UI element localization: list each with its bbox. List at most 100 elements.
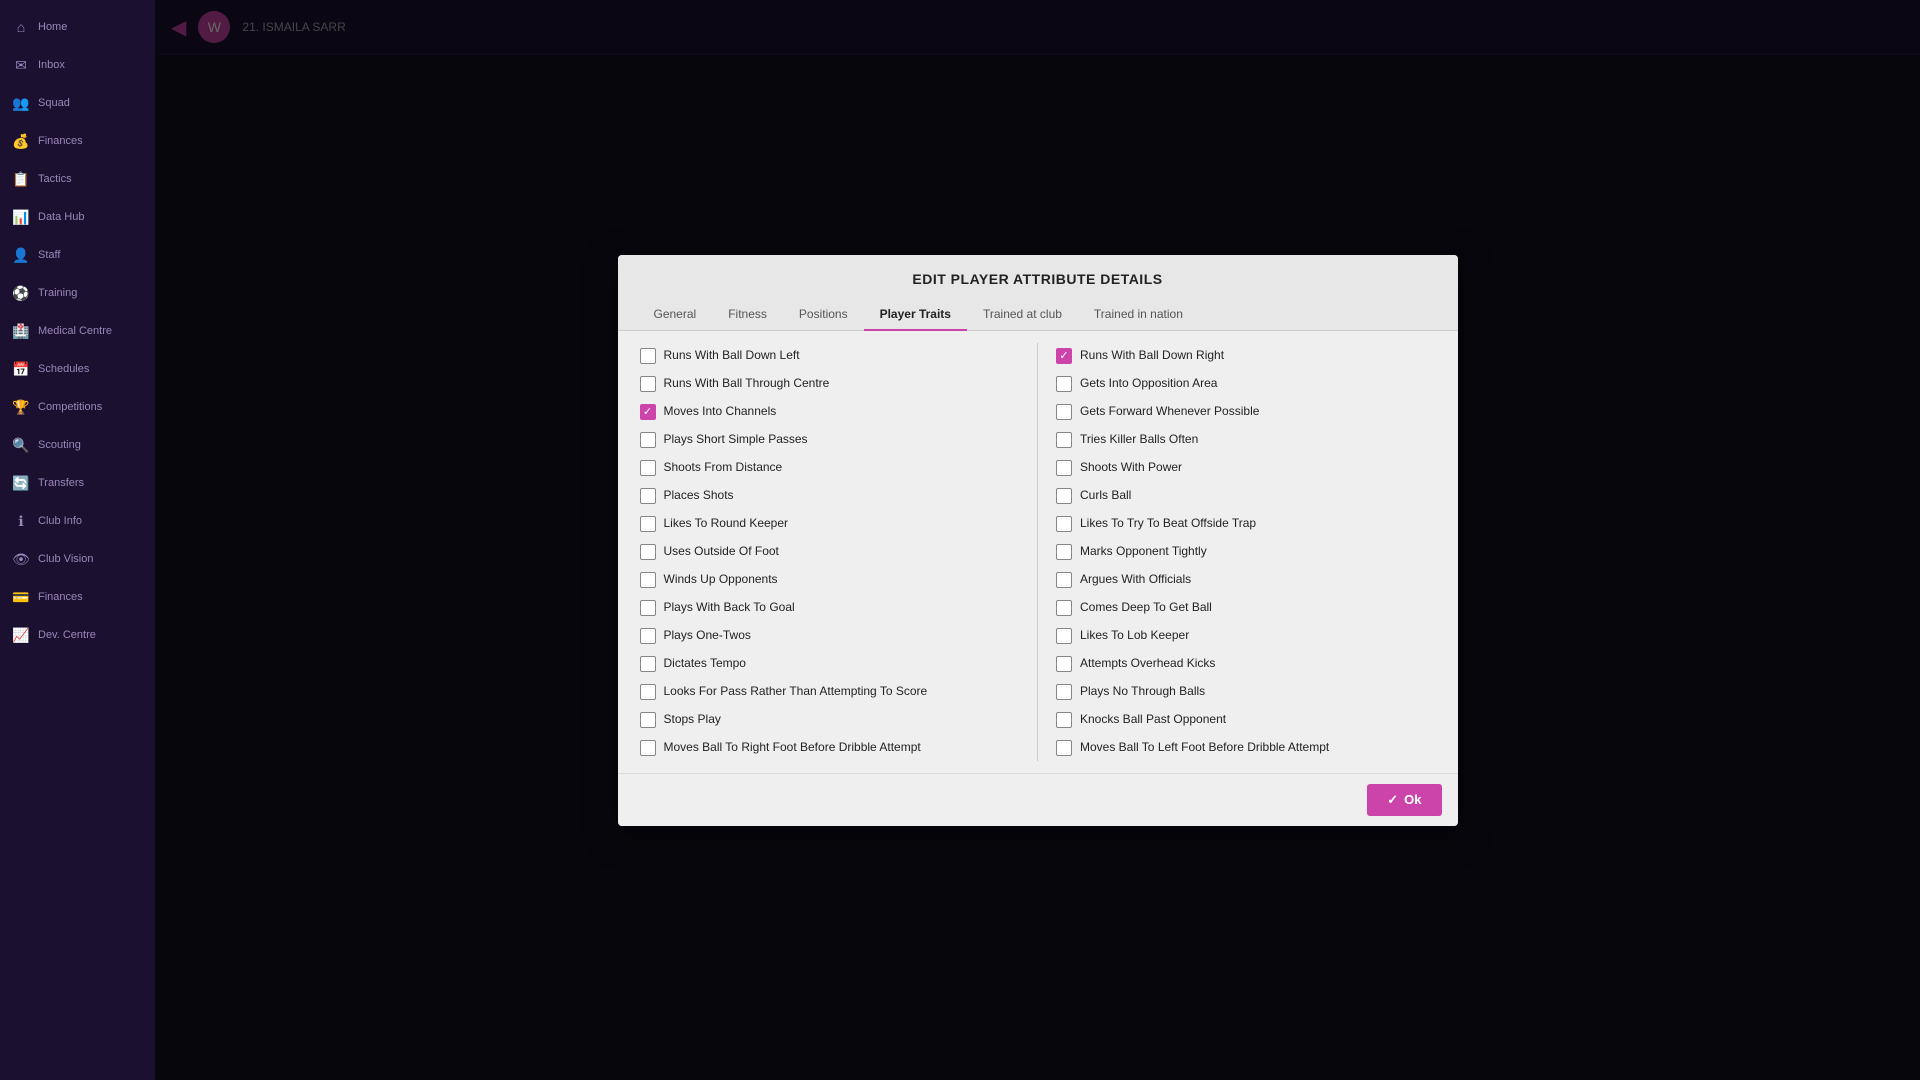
right-trait-checkbox-attempts-overhead-kicks[interactable] (1056, 656, 1072, 672)
right-trait-item-tries-killer-balls-often[interactable]: Tries Killer Balls Often (1050, 427, 1442, 453)
sidebar-item-schedules[interactable]: 📅 Schedules (0, 352, 155, 386)
left-trait-item-shoots-from-distance[interactable]: Shoots From Distance (634, 455, 1026, 481)
right-trait-checkbox-curls-ball[interactable] (1056, 488, 1072, 504)
left-trait-checkbox-moves-ball-to-right-foot[interactable] (640, 740, 656, 756)
sidebar-item-medical[interactable]: 🏥 Medical Centre (0, 314, 155, 348)
left-trait-checkbox-dictates-tempo[interactable] (640, 656, 656, 672)
sidebar-item-inbox[interactable]: ✉ Inbox (0, 48, 155, 82)
tab-trained-in-nation[interactable]: Trained in nation (1078, 299, 1199, 331)
right-trait-checkbox-moves-ball-to-left-foot[interactable] (1056, 740, 1072, 756)
right-trait-checkbox-likes-to-try-to-beat-offside-trap[interactable] (1056, 516, 1072, 532)
sidebar-item-club-vision[interactable]: 👁 Club Vision (0, 542, 155, 576)
modal-tabs: General Fitness Positions Player Traits … (638, 299, 1438, 330)
left-trait-checkbox-plays-short-simple-passes[interactable] (640, 432, 656, 448)
left-trait-checkbox-places-shots[interactable] (640, 488, 656, 504)
right-trait-checkbox-argues-with-officials[interactable] (1056, 572, 1072, 588)
left-trait-checkbox-stops-play[interactable] (640, 712, 656, 728)
right-trait-item-plays-no-through-balls[interactable]: Plays No Through Balls (1050, 679, 1442, 705)
tab-trained-at-club[interactable]: Trained at club (967, 299, 1078, 331)
sidebar-item-squad[interactable]: 👥 Squad (0, 86, 155, 120)
left-trait-label-plays-short-simple-passes: Plays Short Simple Passes (664, 432, 808, 448)
left-trait-item-likes-to-round-keeper[interactable]: Likes To Round Keeper (634, 511, 1026, 537)
right-trait-item-attempts-overhead-kicks[interactable]: Attempts Overhead Kicks (1050, 651, 1442, 677)
left-trait-item-looks-for-pass-rather-than-attempting[interactable]: Looks For Pass Rather Than Attempting To… (634, 679, 1026, 705)
right-trait-item-likes-to-try-to-beat-offside-trap[interactable]: Likes To Try To Beat Offside Trap (1050, 511, 1442, 537)
right-trait-item-argues-with-officials[interactable]: Argues With Officials (1050, 567, 1442, 593)
right-trait-label-likes-to-try-to-beat-offside-trap: Likes To Try To Beat Offside Trap (1080, 516, 1256, 532)
right-trait-item-knocks-ball-past-opponent[interactable]: Knocks Ball Past Opponent (1050, 707, 1442, 733)
left-trait-label-moves-into-channels: Moves Into Channels (664, 404, 777, 420)
right-trait-checkbox-tries-killer-balls-often[interactable] (1056, 432, 1072, 448)
left-trait-item-moves-ball-to-right-foot[interactable]: Moves Ball To Right Foot Before Dribble … (634, 735, 1026, 761)
left-trait-item-uses-outside-of-foot[interactable]: Uses Outside Of Foot (634, 539, 1026, 565)
right-trait-checkbox-comes-deep-to-get-ball[interactable] (1056, 600, 1072, 616)
right-trait-checkbox-knocks-ball-past-opponent[interactable] (1056, 712, 1072, 728)
left-trait-item-runs-ball-down-left[interactable]: Runs With Ball Down Left (634, 343, 1026, 369)
right-trait-item-shoots-with-power[interactable]: Shoots With Power (1050, 455, 1442, 481)
left-trait-item-stops-play[interactable]: Stops Play (634, 707, 1026, 733)
club-info-icon: ℹ (12, 512, 30, 530)
sidebar-item-scouting[interactable]: 🔍 Scouting (0, 428, 155, 462)
medical-icon: 🏥 (12, 322, 30, 340)
left-trait-checkbox-likes-to-round-keeper[interactable] (640, 516, 656, 532)
sidebar-item-data-hub[interactable]: 📊 Data Hub (0, 200, 155, 234)
left-trait-checkbox-plays-with-back-to-goal[interactable] (640, 600, 656, 616)
left-trait-checkbox-runs-ball-through-centre[interactable] (640, 376, 656, 392)
left-trait-checkbox-uses-outside-of-foot[interactable] (640, 544, 656, 560)
sidebar-item-label: Data Hub (38, 211, 84, 223)
right-trait-item-likes-to-lob-keeper[interactable]: Likes To Lob Keeper (1050, 623, 1442, 649)
left-trait-item-places-shots[interactable]: Places Shots (634, 483, 1026, 509)
right-trait-item-curls-ball[interactable]: Curls Ball (1050, 483, 1442, 509)
tab-fitness[interactable]: Fitness (712, 299, 783, 331)
right-trait-checkbox-marks-opponent-tightly[interactable] (1056, 544, 1072, 560)
ok-button[interactable]: ✓ Ok (1367, 784, 1441, 816)
right-trait-checkbox-gets-into-opposition-area[interactable] (1056, 376, 1072, 392)
right-trait-checkbox-plays-no-through-balls[interactable] (1056, 684, 1072, 700)
right-trait-checkbox-likes-to-lob-keeper[interactable] (1056, 628, 1072, 644)
left-trait-item-moves-into-channels[interactable]: ✓ Moves Into Channels (634, 399, 1026, 425)
modal-title: EDIT PLAYER ATTRIBUTE DETAILS (638, 271, 1438, 287)
right-trait-label-tries-killer-balls-often: Tries Killer Balls Often (1080, 432, 1198, 448)
right-trait-label-argues-with-officials: Argues With Officials (1080, 572, 1191, 588)
left-trait-checkbox-winds-up-opponents[interactable] (640, 572, 656, 588)
left-traits-column: Runs With Ball Down LeftRuns With Ball T… (634, 343, 1026, 761)
left-trait-checkbox-runs-ball-down-left[interactable] (640, 348, 656, 364)
right-trait-item-moves-ball-to-left-foot[interactable]: Moves Ball To Left Foot Before Dribble A… (1050, 735, 1442, 761)
sidebar-item-finances2[interactable]: 💳 Finances (0, 580, 155, 614)
sidebar-item-tactics[interactable]: 📋 Tactics (0, 162, 155, 196)
right-trait-item-gets-into-opposition-area[interactable]: Gets Into Opposition Area (1050, 371, 1442, 397)
home-icon: ⌂ (12, 18, 30, 36)
left-trait-item-plays-one-twos[interactable]: Plays One-Twos (634, 623, 1026, 649)
left-trait-item-runs-ball-through-centre[interactable]: Runs With Ball Through Centre (634, 371, 1026, 397)
sidebar-item-label: Inbox (38, 59, 65, 71)
left-trait-item-dictates-tempo[interactable]: Dictates Tempo (634, 651, 1026, 677)
right-trait-item-runs-ball-down-right[interactable]: ✓Runs With Ball Down Right (1050, 343, 1442, 369)
sidebar-item-club-info[interactable]: ℹ Club Info (0, 504, 155, 538)
left-trait-checkbox-shoots-from-distance[interactable] (640, 460, 656, 476)
sidebar-item-finances[interactable]: 💰 Finances (0, 124, 155, 158)
right-trait-checkbox-shoots-with-power[interactable] (1056, 460, 1072, 476)
right-trait-checkbox-runs-ball-down-right[interactable]: ✓ (1056, 348, 1072, 364)
sidebar-item-staff[interactable]: 👤 Staff (0, 238, 155, 272)
right-trait-item-marks-opponent-tightly[interactable]: Marks Opponent Tightly (1050, 539, 1442, 565)
left-trait-item-plays-with-back-to-goal[interactable]: Plays With Back To Goal (634, 595, 1026, 621)
tab-general[interactable]: General (638, 299, 713, 331)
tab-player-traits[interactable]: Player Traits (864, 299, 967, 331)
right-trait-item-gets-forward-whenever-possible[interactable]: Gets Forward Whenever Possible (1050, 399, 1442, 425)
tab-positions[interactable]: Positions (783, 299, 864, 331)
dev-centre-icon: 📈 (12, 626, 30, 644)
right-traits-column: ✓Runs With Ball Down RightGets Into Oppo… (1050, 343, 1442, 761)
right-trait-checkbox-gets-forward-whenever-possible[interactable] (1056, 404, 1072, 420)
left-trait-checkbox-plays-one-twos[interactable] (640, 628, 656, 644)
sidebar-item-training[interactable]: ⚽ Training (0, 276, 155, 310)
modal-overlay: EDIT PLAYER ATTRIBUTE DETAILS General Fi… (155, 0, 1920, 1080)
right-trait-item-comes-deep-to-get-ball[interactable]: Comes Deep To Get Ball (1050, 595, 1442, 621)
left-trait-item-plays-short-simple-passes[interactable]: Plays Short Simple Passes (634, 427, 1026, 453)
left-trait-item-winds-up-opponents[interactable]: Winds Up Opponents (634, 567, 1026, 593)
left-trait-checkbox-looks-for-pass-rather-than-attempting[interactable] (640, 684, 656, 700)
sidebar-item-transfers[interactable]: 🔄 Transfers (0, 466, 155, 500)
sidebar-item-dev-centre[interactable]: 📈 Dev. Centre (0, 618, 155, 652)
left-trait-checkbox-moves-into-channels[interactable]: ✓ (640, 404, 656, 420)
sidebar-item-competitions[interactable]: 🏆 Competitions (0, 390, 155, 424)
sidebar-item-home[interactable]: ⌂ Home (0, 10, 155, 44)
